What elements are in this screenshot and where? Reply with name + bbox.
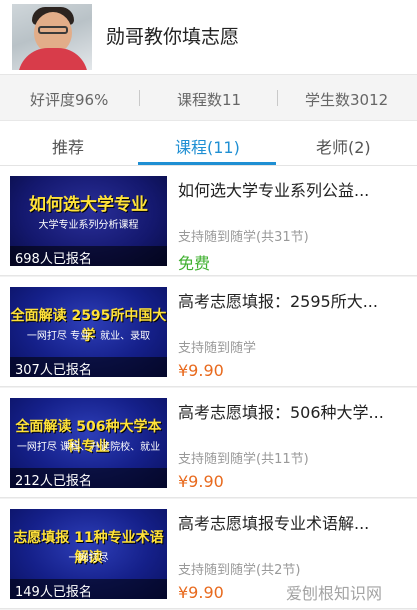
course-meta: 支持随到随学(共31节) [178, 230, 309, 245]
active-tab-indicator [138, 162, 276, 165]
enrolled-count: 307人已报名 [15, 363, 92, 377]
course-item[interactable]: 全面解读 506种大学本科专业 一网打尽 课程、升读院校、就业 212人已报名 … [0, 388, 417, 498]
thumbnail-footer: 149人已报名 [10, 579, 167, 599]
course-price: ¥9.90 [178, 583, 224, 602]
course-item[interactable]: 全面解读 2595所中国大学 一网打尽 专业、就业、录取 307人已报名 高考志… [0, 277, 417, 387]
course-title[interactable]: 高考志愿填报：506种大学... [178, 399, 408, 423]
tab-bar: 推荐 课程(11) 老师(2) [0, 120, 417, 166]
enrolled-count: 149人已报名 [15, 585, 92, 599]
course-price: ¥9.90 [178, 361, 224, 380]
teacher-header: 勋哥教你填志愿 [0, 0, 417, 74]
tab-courses[interactable]: 课程(11) [175, 134, 240, 158]
course-thumbnail[interactable]: 志愿填报 11种专业术语解读 一网打尽 149人已报名 [10, 509, 167, 599]
thumbnail-subtitle: 一网打尽 课程、升读院校、就业 [16, 442, 161, 453]
tab-teachers[interactable]: 老师(2) [316, 134, 371, 158]
course-meta: 支持随到随学 [178, 341, 257, 356]
stats-divider [277, 90, 278, 106]
course-thumbnail[interactable]: 全面解读 2595所中国大学 一网打尽 专业、就业、录取 307人已报名 [10, 287, 167, 377]
enrolled-count: 212人已报名 [15, 474, 92, 488]
course-title[interactable]: 高考志愿填报专业术语解... [178, 510, 408, 534]
course-thumbnail[interactable]: 全面解读 506种大学本科专业 一网打尽 课程、升读院校、就业 212人已报名 [10, 398, 167, 488]
page-title: 勋哥教你填志愿 [106, 26, 240, 48]
watermark: 爱刨根知识网 [286, 584, 383, 603]
course-item[interactable]: 如何选大学专业 大学专业系列分析课程 698人已报名 如何选大学专业系列公益..… [0, 166, 417, 276]
courses-stat: 课程数11 [177, 91, 242, 109]
avatar-glasses [38, 26, 68, 34]
students-stat: 学生数3012 [305, 91, 389, 109]
rating-stat: 好评度96% [30, 91, 109, 109]
thumbnail-title: 如何选大学专业 [29, 195, 148, 215]
avatar[interactable] [12, 4, 92, 70]
course-price: 免费 [178, 254, 211, 273]
tab-recommend[interactable]: 推荐 [52, 134, 84, 158]
avatar-shirt [18, 48, 88, 70]
course-meta: 支持随到随学(共11节) [178, 452, 309, 467]
stats-bar: 好评度96% 课程数11 学生数3012 [0, 74, 417, 120]
thumbnail-footer: 212人已报名 [10, 468, 167, 488]
course-price: ¥9.90 [178, 472, 224, 491]
course-title[interactable]: 高考志愿填报：2595所大... [178, 288, 408, 312]
course-title[interactable]: 如何选大学专业系列公益... [178, 177, 408, 201]
thumbnail-subtitle: 一网打尽 [68, 553, 109, 564]
thumbnail-subtitle: 一网打尽 专业、就业、录取 [26, 331, 151, 342]
stats-divider [139, 90, 140, 106]
enrolled-count: 698人已报名 [15, 252, 92, 266]
thumbnail-subtitle: 大学专业系列分析课程 [38, 220, 139, 231]
thumbnail-footer: 698人已报名 [10, 246, 167, 266]
thumbnail-footer: 307人已报名 [10, 357, 167, 377]
course-thumbnail[interactable]: 如何选大学专业 大学专业系列分析课程 698人已报名 [10, 176, 167, 266]
course-meta: 支持随到随学(共2节) [178, 563, 301, 578]
